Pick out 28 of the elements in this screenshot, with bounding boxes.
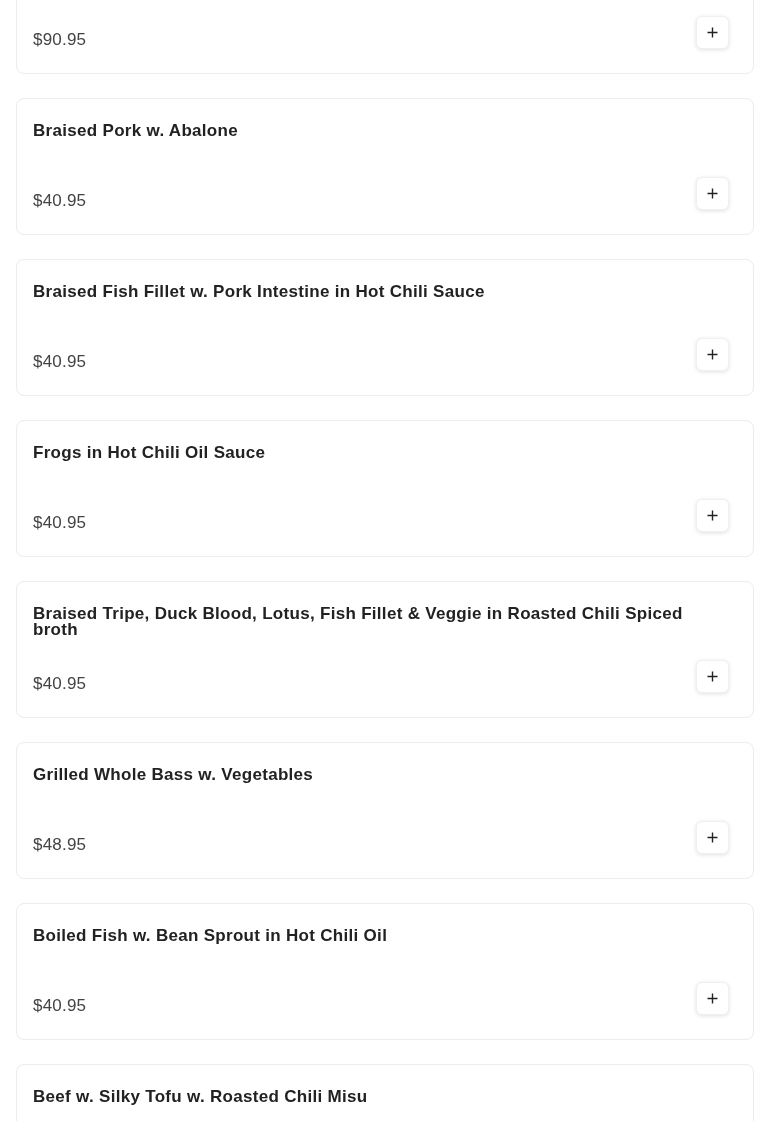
item-name: Grilled Whole Bass w. Vegetables [33, 767, 315, 783]
plus-icon [707, 832, 718, 843]
add-button[interactable] [696, 821, 729, 854]
plus-icon [707, 993, 718, 1004]
add-button[interactable] [696, 499, 729, 532]
item-price: $40.95 [33, 674, 87, 694]
item-price: $40.95 [33, 513, 87, 533]
item-name: Boiled Fish w. Bean Sprout in Hot Chili Oil [33, 928, 389, 944]
item-name: Braised Fish Fillet w. Pork Intestine in Hot Chili Sauce [33, 284, 486, 300]
item-name: Frogs in Hot Chili Oil Sauce [33, 445, 267, 461]
item-price: $40.95 [33, 996, 87, 1016]
plus-icon [707, 671, 718, 682]
plus-icon [707, 349, 718, 360]
add-button[interactable] [696, 982, 729, 1015]
plus-icon [707, 27, 718, 38]
item-name: Braised Pork w. Abalone [33, 123, 239, 139]
item-name: Braised Tripe, Duck Blood, Lotus, Fish Fillet & Veggie in Roasted Chili Spiced broth [33, 606, 684, 638]
item-price: $48.95 [33, 835, 87, 855]
add-button[interactable] [696, 177, 729, 210]
plus-icon [707, 510, 718, 521]
item-name: Beef w. Silky Tofu w. Roasted Chili Misu [33, 1089, 369, 1105]
add-button[interactable] [696, 338, 729, 371]
item-price: $40.95 [33, 191, 87, 211]
add-button[interactable] [696, 660, 729, 693]
add-button[interactable] [696, 16, 729, 49]
item-price: $90.95 [33, 30, 87, 50]
plus-icon [707, 188, 718, 199]
item-price: $40.95 [33, 352, 87, 372]
